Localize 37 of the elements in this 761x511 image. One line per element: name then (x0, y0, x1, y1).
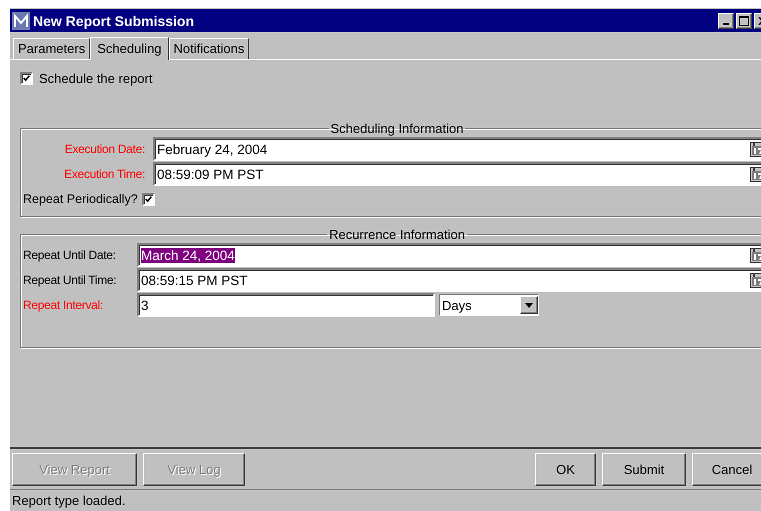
minimize-button[interactable] (718, 12, 734, 28)
input-field[interactable]: March 24, 2004 (137, 243, 761, 267)
field-value: 08:59:09 PM PST (157, 166, 264, 182)
dialog-button[interactable]: Submit (602, 453, 686, 486)
dialog-button[interactable]: Cancel (692, 453, 761, 486)
check-icon (22, 72, 31, 84)
window-title: New Report Submission (33, 12, 194, 28)
checkbox-label: Repeat Periodically? (23, 192, 138, 206)
field-value: February 24, 2004 (157, 142, 268, 156)
checkbox[interactable] (20, 72, 33, 84)
unit-dropdown[interactable]: Days (439, 294, 539, 316)
checkbox[interactable] (142, 192, 155, 206)
tab[interactable]: Notifications (168, 38, 250, 59)
field-label: Execution Date: (64, 142, 146, 156)
input-field[interactable]: February 24, 2004 (153, 137, 761, 161)
status-text: Report type loaded. (10, 489, 761, 511)
field-value: 08:59:15 PM PST (141, 272, 248, 288)
maximize-button[interactable] (736, 12, 752, 28)
field-label: Execution Time: (63, 167, 146, 181)
maximize-icon (739, 16, 749, 26)
check-icon (144, 194, 153, 204)
field-label: Repeat Until Date: (23, 248, 117, 262)
group-title: Recurrence Information (328, 227, 466, 242)
field-label: Repeat Until Time: (23, 273, 118, 287)
minimize-icon (723, 22, 729, 24)
dialog-button[interactable]: OK (535, 453, 596, 486)
app-logo-icon (12, 12, 30, 30)
input-field[interactable]: 08:59:09 PM PST (153, 162, 761, 186)
checkbox-label: Schedule the report (39, 70, 152, 86)
input-field[interactable]: 3 (137, 293, 435, 317)
group-title: Scheduling Information (330, 121, 464, 136)
field-label: Repeat Interval: (23, 298, 104, 312)
tab[interactable]: Scheduling (90, 37, 169, 60)
field-value: March 24, 2004 (141, 248, 235, 262)
dropdown-arrow-icon (525, 302, 533, 308)
field-value: 3 (141, 298, 149, 312)
input-field[interactable]: 08:59:15 PM PST (137, 268, 761, 292)
